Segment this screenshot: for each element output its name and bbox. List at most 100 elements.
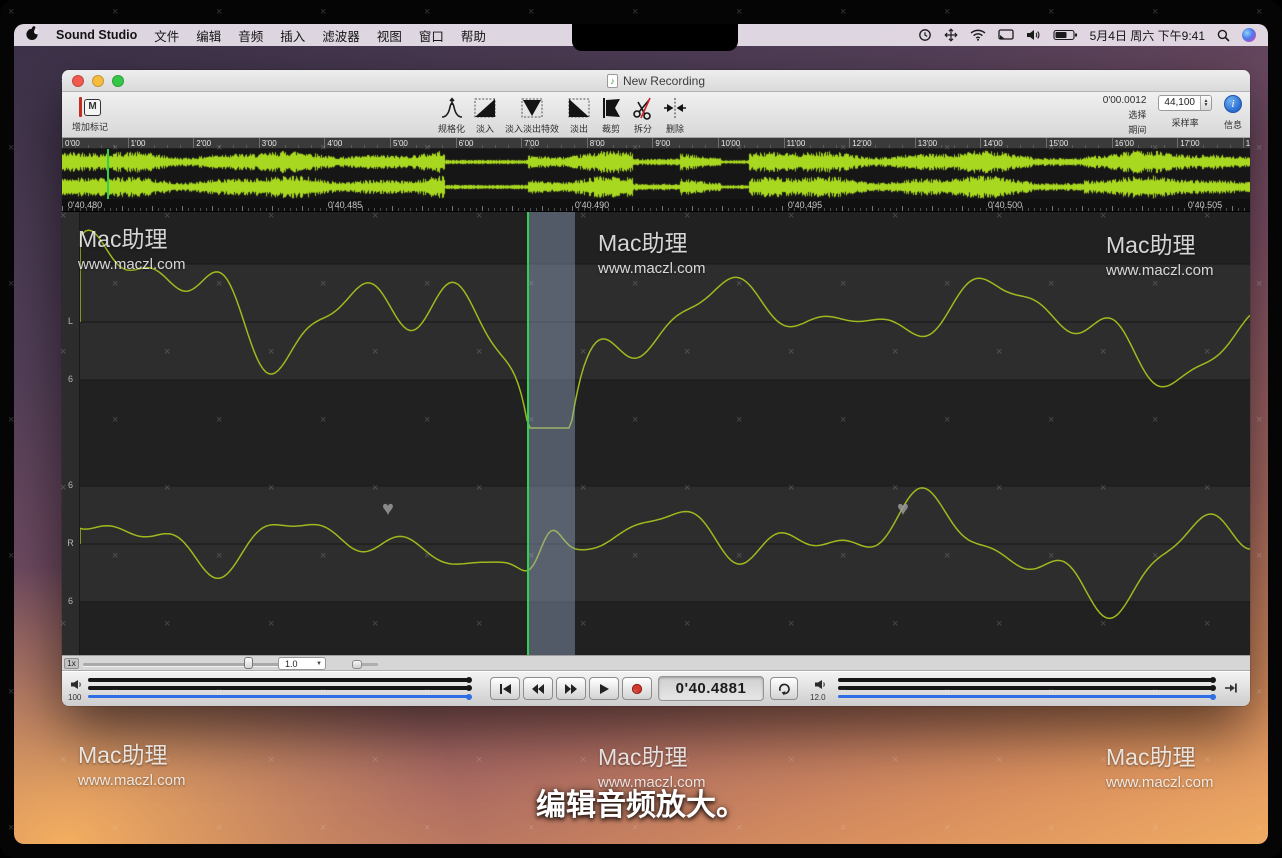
channel-label: 6: [62, 480, 79, 490]
channel-label-strip: L 6 6 R 6: [62, 212, 80, 655]
overview-ruler-label: 2'00: [196, 139, 211, 148]
selection-region[interactable]: [528, 212, 575, 655]
menu-item-file[interactable]: 文件: [154, 26, 179, 45]
apple-menu-icon[interactable]: [26, 26, 39, 44]
right-channel-slider[interactable]: [88, 686, 470, 690]
overview-ruler-label: 6'00: [459, 139, 474, 148]
menu-item-edit[interactable]: 编辑: [196, 26, 221, 45]
zoom-level-badge[interactable]: 1x: [64, 658, 79, 669]
speed-select[interactable]: 1.0 ▼: [278, 657, 326, 670]
wave-canvas-area[interactable]: ♥ ♥: [80, 212, 1250, 655]
overview-ruler-label: 4'00: [327, 139, 342, 148]
right-progress-slider[interactable]: [838, 695, 1214, 698]
overview-ruler-label: 12'00: [852, 139, 871, 148]
play-icon: [598, 683, 610, 695]
fade-in-icon: [473, 96, 497, 120]
channel-label: 6: [62, 596, 79, 606]
zoom-ruler: 0'40.4800'40.4850'40.4900'40.4950'40.500…: [62, 199, 1250, 212]
overview-ruler-label: 11'00: [787, 139, 806, 148]
heart-watermark-icon: ♥: [382, 498, 394, 521]
left-progress-slider[interactable]: [88, 695, 470, 698]
left-channel-slider[interactable]: [88, 678, 470, 682]
info-label: 信息: [1224, 118, 1242, 131]
overview-waveform[interactable]: [62, 149, 1250, 199]
mini-slider-thumb[interactable]: [352, 660, 362, 669]
zoom-ruler-label: 0'40.495: [788, 200, 822, 210]
waveform-svg: [80, 212, 1250, 655]
sound-studio-window: ♪ New Recording M 增加标记 规格化: [62, 70, 1250, 706]
overview-ruler-label: 8'00: [590, 139, 605, 148]
overview-ruler-label: 7'00: [524, 139, 539, 148]
play-button[interactable]: [589, 677, 619, 700]
camera-notch: [572, 24, 738, 51]
overview-ruler-label: 16'00: [1115, 139, 1134, 148]
battery-icon[interactable]: [1053, 29, 1078, 41]
menu-item-insert[interactable]: 插入: [280, 26, 305, 45]
overview-playhead[interactable]: [107, 149, 109, 199]
loop-button[interactable]: [770, 677, 798, 700]
time-machine-icon[interactable]: [918, 28, 932, 42]
sample-rate-stepper[interactable]: 44,100 ▲▼: [1158, 95, 1212, 111]
fade-in-out-icon: [520, 96, 544, 120]
siri-icon[interactable]: [1242, 28, 1256, 42]
rewind-icon: [531, 683, 545, 695]
transport-bar: 100: [62, 671, 1250, 706]
zoom-ruler-label: 0'40.505: [1188, 200, 1222, 210]
fade-in-button[interactable]: 淡入: [473, 96, 497, 135]
window-title: New Recording: [623, 74, 705, 88]
right-volume-sliders[interactable]: [838, 678, 1214, 702]
title-bar: ♪ New Recording: [62, 70, 1250, 92]
fast-forward-button[interactable]: [556, 677, 586, 700]
menu-item-window[interactable]: 窗口: [419, 26, 444, 45]
zoom-ruler-label: 0'40.480: [68, 200, 102, 210]
normalize-button[interactable]: 规格化: [438, 96, 465, 135]
left-volume-sliders[interactable]: [88, 678, 470, 702]
display-mirroring-icon[interactable]: [998, 29, 1014, 41]
menubar-clock[interactable]: 5月4日 周六 下午9:41: [1090, 27, 1205, 44]
record-button[interactable]: [622, 677, 652, 700]
channel-label: 6: [62, 374, 79, 384]
jump-to-end-icon[interactable]: [1224, 681, 1237, 699]
overview-ruler: 0'001'002'003'004'005'006'007'008'009'00…: [62, 138, 1250, 149]
search-icon[interactable]: [1217, 29, 1230, 42]
zoom-ruler-label: 0'40.485: [328, 200, 362, 210]
skip-to-start-button[interactable]: [490, 677, 520, 700]
playhead[interactable]: [527, 212, 529, 655]
overview-section[interactable]: [62, 149, 1250, 199]
caption-text: 编辑音频放大。: [14, 780, 1268, 824]
duration-label: 期间: [1103, 123, 1147, 136]
move-icon[interactable]: [944, 28, 958, 42]
right-right-channel-slider[interactable]: [838, 686, 1214, 690]
delete-button[interactable]: 删除: [663, 96, 687, 135]
channel-label: L: [62, 316, 79, 326]
fade-in-out-button[interactable]: 淡入淡出特效: [505, 96, 559, 135]
overview-ruler-label: 0'00: [65, 139, 80, 148]
speed-value: 1.0: [279, 659, 316, 669]
overview-ruler-label: 3'00: [262, 139, 277, 148]
time-display: 0'40.4881: [658, 676, 764, 701]
zoom-bar: 1x 1.0 ▼: [62, 655, 1250, 671]
selection-label: 选择: [1103, 108, 1147, 121]
fade-out-button[interactable]: 淡出: [567, 96, 591, 135]
menu-item-filter[interactable]: 滤波器: [322, 26, 360, 45]
zoom-ruler-label: 0'40.490: [575, 200, 609, 210]
wifi-icon[interactable]: [970, 29, 986, 41]
delete-icon: [663, 96, 687, 120]
menu-item-audio[interactable]: 音频: [238, 26, 263, 45]
channel-label: R: [62, 538, 79, 548]
macbook-screen: Sound Studio 文件 编辑 音频 插入 滤波器 视图 窗口 帮助: [0, 0, 1282, 858]
menu-item-view[interactable]: 视图: [377, 26, 402, 45]
menubar-app-name[interactable]: Sound Studio: [56, 28, 137, 42]
volume-icon[interactable]: [1026, 29, 1041, 41]
info-button[interactable]: i: [1224, 95, 1242, 113]
add-marker-button[interactable]: M 增加标记: [72, 96, 108, 133]
right-left-channel-slider[interactable]: [838, 678, 1214, 682]
selection-info: 0'00.0012 选择 期间: [1103, 95, 1147, 136]
zoom-slider-thumb[interactable]: [244, 657, 253, 669]
menu-item-help[interactable]: 帮助: [461, 26, 486, 45]
crop-button[interactable]: 裁剪: [599, 96, 623, 135]
split-button[interactable]: 拆分: [631, 96, 655, 135]
stepper-arrows-icon[interactable]: ▲▼: [1200, 96, 1211, 110]
rewind-button[interactable]: [523, 677, 553, 700]
overview-ruler-label: 14'00: [983, 139, 1002, 148]
